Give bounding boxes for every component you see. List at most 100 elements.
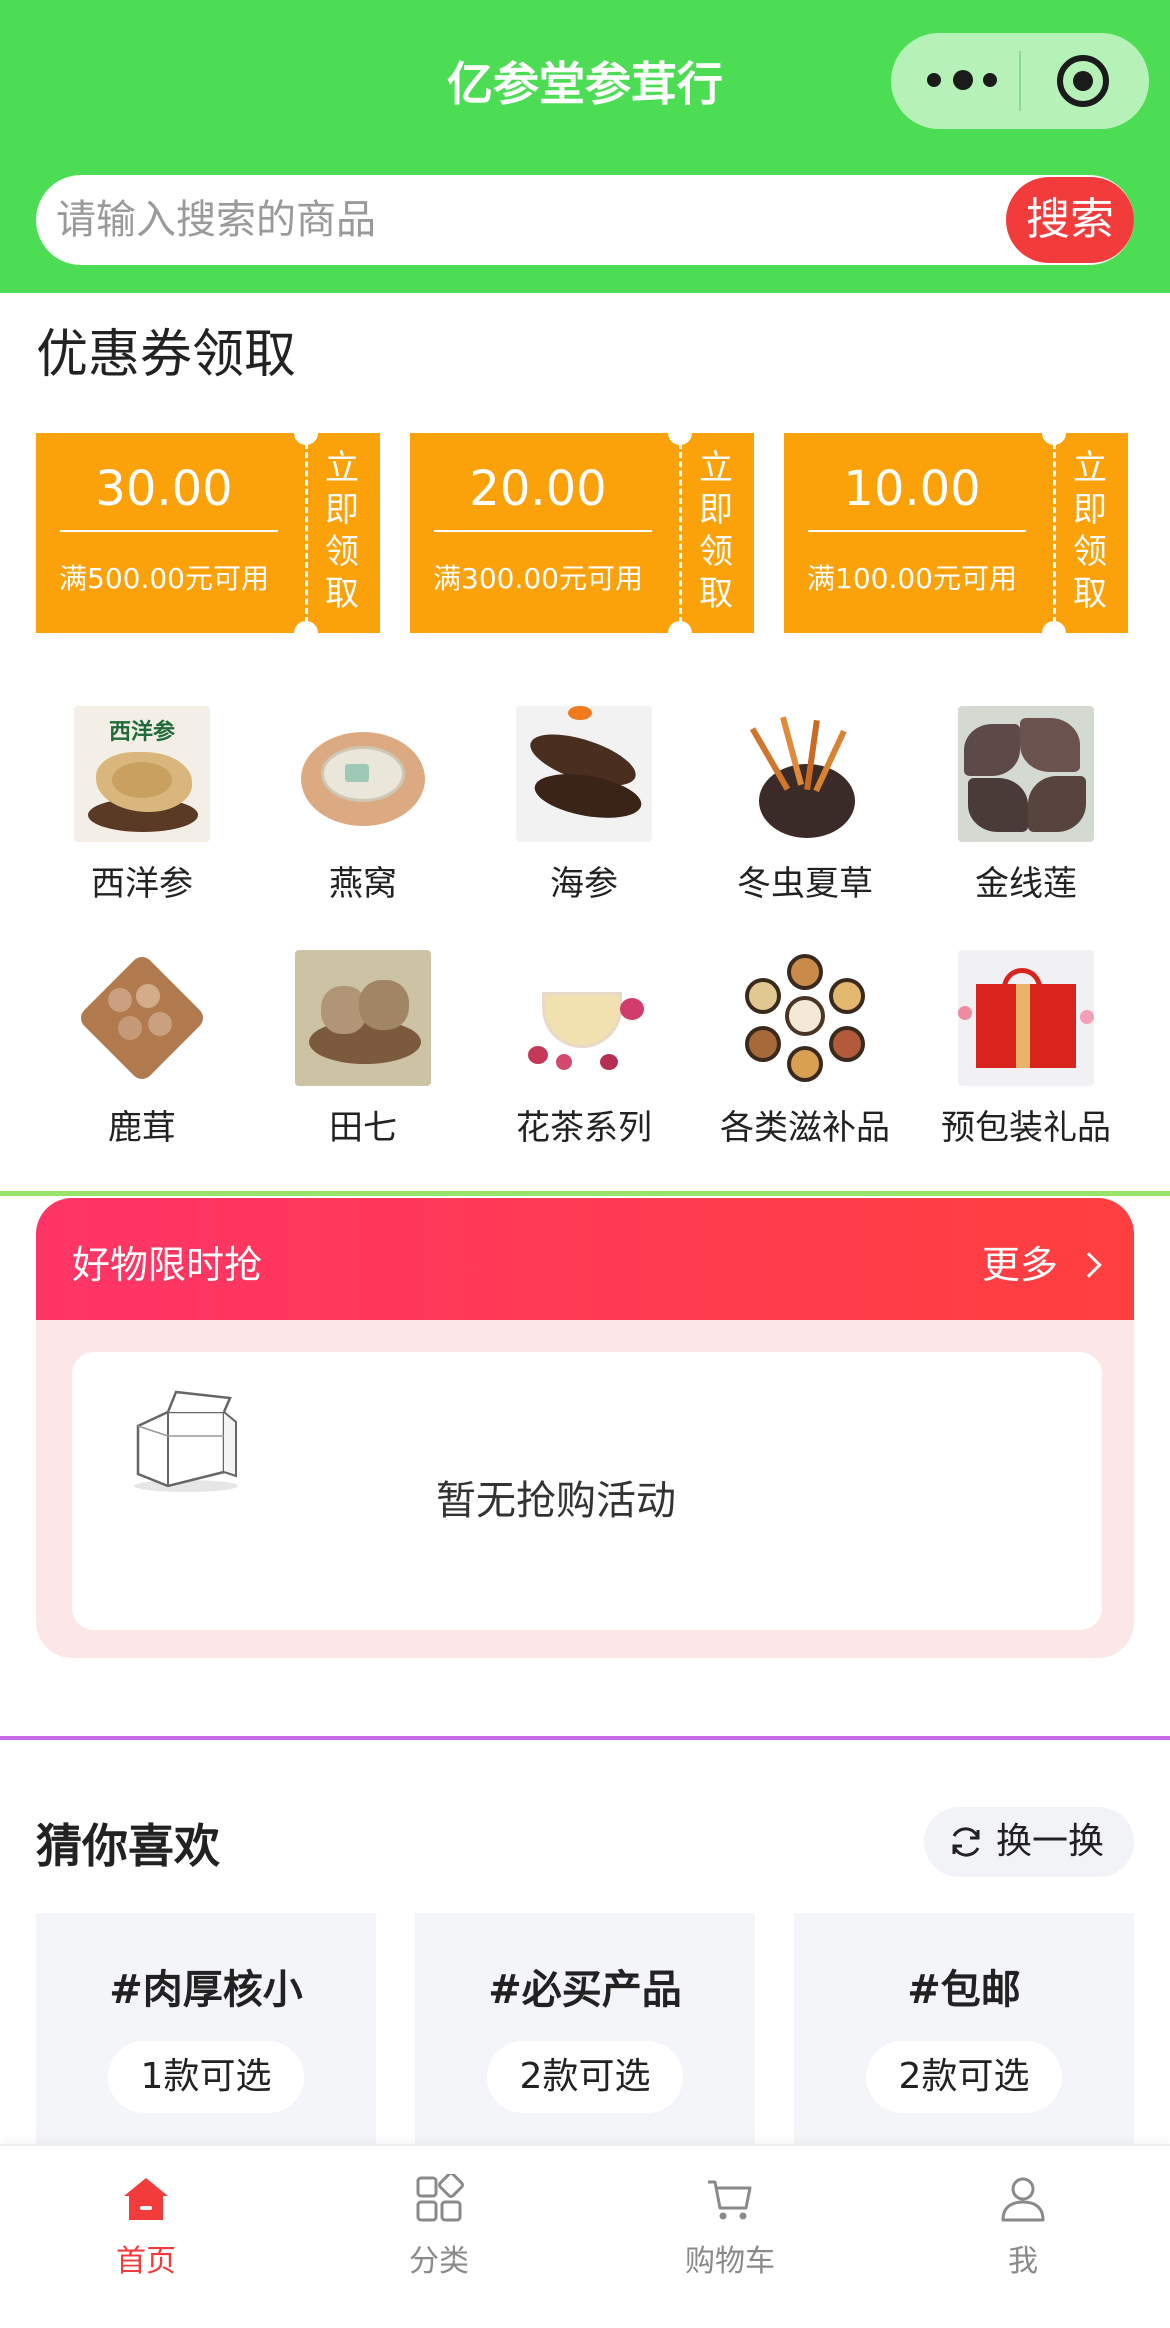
tab-home[interactable]: 首页 — [46, 2174, 246, 2280]
coupon-condition: 满500.00元可用 — [59, 562, 269, 595]
category-lipin[interactable]: 预包装礼品 — [931, 950, 1121, 1149]
refresh-button[interactable]: 换一换 — [924, 1807, 1134, 1877]
coupon-claim-button[interactable]: 立即领取 — [696, 447, 736, 615]
coupon-serrated-edge — [748, 433, 760, 633]
user-icon — [1001, 2177, 1045, 2222]
category-label: 鹿茸 — [108, 1108, 176, 1148]
category-haishen[interactable]: 海参 — [489, 706, 679, 905]
tianqi-image — [295, 950, 431, 1086]
app-root: 亿参堂参茸行 搜索 优惠券领取 30.00 满500.00元可用 立即领取 20… — [0, 0, 1170, 2328]
flash-sale-more-link[interactable]: 更多 — [981, 1234, 1102, 1289]
home-icon — [124, 2178, 168, 2220]
coupon-section-title: 优惠券领取 — [36, 325, 297, 385]
coupon-claim-button[interactable]: 立即领取 — [1070, 447, 1110, 615]
category-label: 燕窝 — [329, 864, 397, 904]
sea-cucumber-image — [516, 706, 652, 842]
tag-title: #包邮 — [907, 1967, 1021, 2013]
coupon-condition: 满300.00元可用 — [433, 562, 643, 595]
tab-category[interactable]: 分类 — [339, 2174, 539, 2280]
antler-slices-image — [74, 950, 210, 1086]
bottom-tab-bar: 首页 分类 购物车 我 — [0, 2144, 1170, 2328]
coupon-divider — [808, 530, 1026, 532]
coupon-notch — [1042, 421, 1066, 445]
cordyceps-image — [737, 706, 873, 842]
capsule-divider — [1019, 51, 1021, 111]
coupon-card[interactable]: 20.00 满300.00元可用 立即领取 — [410, 421, 760, 645]
coupon-notch — [668, 621, 692, 645]
category-chongcao[interactable]: 冬虫夏草 — [710, 706, 900, 905]
flash-sale-header: 好物限时抢 更多 — [36, 1198, 1134, 1320]
tag-count: 2款可选 — [866, 2041, 1062, 2113]
empty-box-icon — [134, 1390, 238, 1492]
more-icon[interactable] — [927, 65, 1007, 95]
coupon-amount: 10.00 — [843, 461, 981, 517]
coupon-separator — [1053, 443, 1056, 623]
more-label: 更多 — [981, 1243, 1058, 1287]
image-caption: 西洋参 — [108, 719, 175, 745]
tonic-bowls-image — [737, 950, 873, 1086]
coupon-serrated-edge — [374, 433, 386, 633]
coupon-notch — [294, 421, 318, 445]
category-label: 各类滋补品 — [720, 1108, 890, 1148]
coupon-claim-button[interactable]: 立即领取 — [322, 447, 362, 615]
category-label: 金线莲 — [975, 864, 1077, 904]
tag-card[interactable]: #必买产品 2款可选 — [415, 1913, 755, 2173]
close-miniprogram-icon[interactable] — [1057, 55, 1109, 107]
section-divider — [0, 1191, 1170, 1196]
coupon-notch — [1042, 621, 1066, 645]
tab-label: 分类 — [409, 2244, 469, 2279]
coupon-card[interactable]: 10.00 满100.00元可用 立即领取 — [784, 421, 1134, 645]
coupon-amount: 20.00 — [469, 461, 607, 517]
tag-card[interactable]: #肉厚核小 1款可选 — [36, 1913, 376, 2173]
category-huacha[interactable]: 花茶系列 — [489, 950, 679, 1149]
category-label: 预包装礼品 — [941, 1108, 1111, 1148]
chevron-right-icon — [1076, 1252, 1102, 1278]
empty-state-text: 暂无抢购活动 — [436, 1478, 676, 1524]
tag-title: #必买产品 — [488, 1967, 682, 2013]
tab-label: 购物车 — [685, 2244, 775, 2279]
flash-sale-empty-card: 暂无抢购活动 — [72, 1352, 1102, 1630]
search-bar: 搜索 — [36, 175, 1134, 265]
grid-icon — [416, 2174, 464, 2222]
tab-label: 我 — [1008, 2244, 1038, 2279]
flash-sale-title: 好物限时抢 — [72, 1243, 263, 1287]
tag-count: 1款可选 — [108, 2041, 304, 2113]
tag-count: 2款可选 — [487, 2041, 683, 2113]
ginseng-image: 西洋参 — [74, 706, 210, 842]
category-yanwo[interactable]: 燕窝 — [268, 706, 458, 905]
flower-tea-image — [516, 950, 652, 1086]
tag-title: #肉厚核小 — [109, 1967, 303, 2013]
coupon-serrated-edge — [1122, 433, 1134, 633]
coupon-separator — [679, 443, 682, 623]
category-label: 田七 — [329, 1108, 397, 1148]
coupon-divider — [434, 530, 652, 532]
refresh-label: 换一换 — [996, 1821, 1105, 1862]
tab-label: 首页 — [116, 2244, 176, 2279]
tab-me[interactable]: 我 — [923, 2174, 1123, 2280]
flash-sale-section: 好物限时抢 更多 暂无抢购活动 — [36, 1198, 1134, 1658]
refresh-icon — [952, 1827, 980, 1857]
category-lurong[interactable]: 鹿茸 — [47, 950, 237, 1149]
category-label: 花茶系列 — [516, 1108, 652, 1148]
category-tianqi[interactable]: 田七 — [268, 950, 458, 1149]
tag-card[interactable]: #包邮 2款可选 — [794, 1913, 1134, 2173]
cart-icon — [708, 2180, 752, 2220]
tab-cart[interactable]: 购物车 — [630, 2174, 830, 2280]
category-jinxianlian[interactable]: 金线莲 — [931, 706, 1121, 905]
search-input[interactable] — [56, 175, 956, 265]
coupon-condition: 满100.00元可用 — [807, 562, 1017, 595]
coupon-separator — [305, 443, 308, 623]
category-zibupin[interactable]: 各类滋补品 — [710, 950, 900, 1149]
coupon-card[interactable]: 30.00 满500.00元可用 立即领取 — [36, 421, 386, 645]
birds-nest-image — [295, 706, 431, 842]
search-button[interactable]: 搜索 — [1006, 177, 1134, 263]
coupon-divider — [60, 530, 278, 532]
guess-section-title: 猜你喜欢 — [36, 1819, 220, 1873]
coupon-amount: 30.00 — [95, 461, 233, 517]
category-label: 海参 — [550, 864, 618, 904]
header: 亿参堂参茸行 搜索 — [0, 0, 1170, 293]
coupon-notch — [668, 421, 692, 445]
category-label: 西洋参 — [91, 864, 193, 904]
category-xiyangshen[interactable]: 西洋参 西洋参 — [47, 706, 237, 905]
category-label: 冬虫夏草 — [737, 864, 873, 904]
